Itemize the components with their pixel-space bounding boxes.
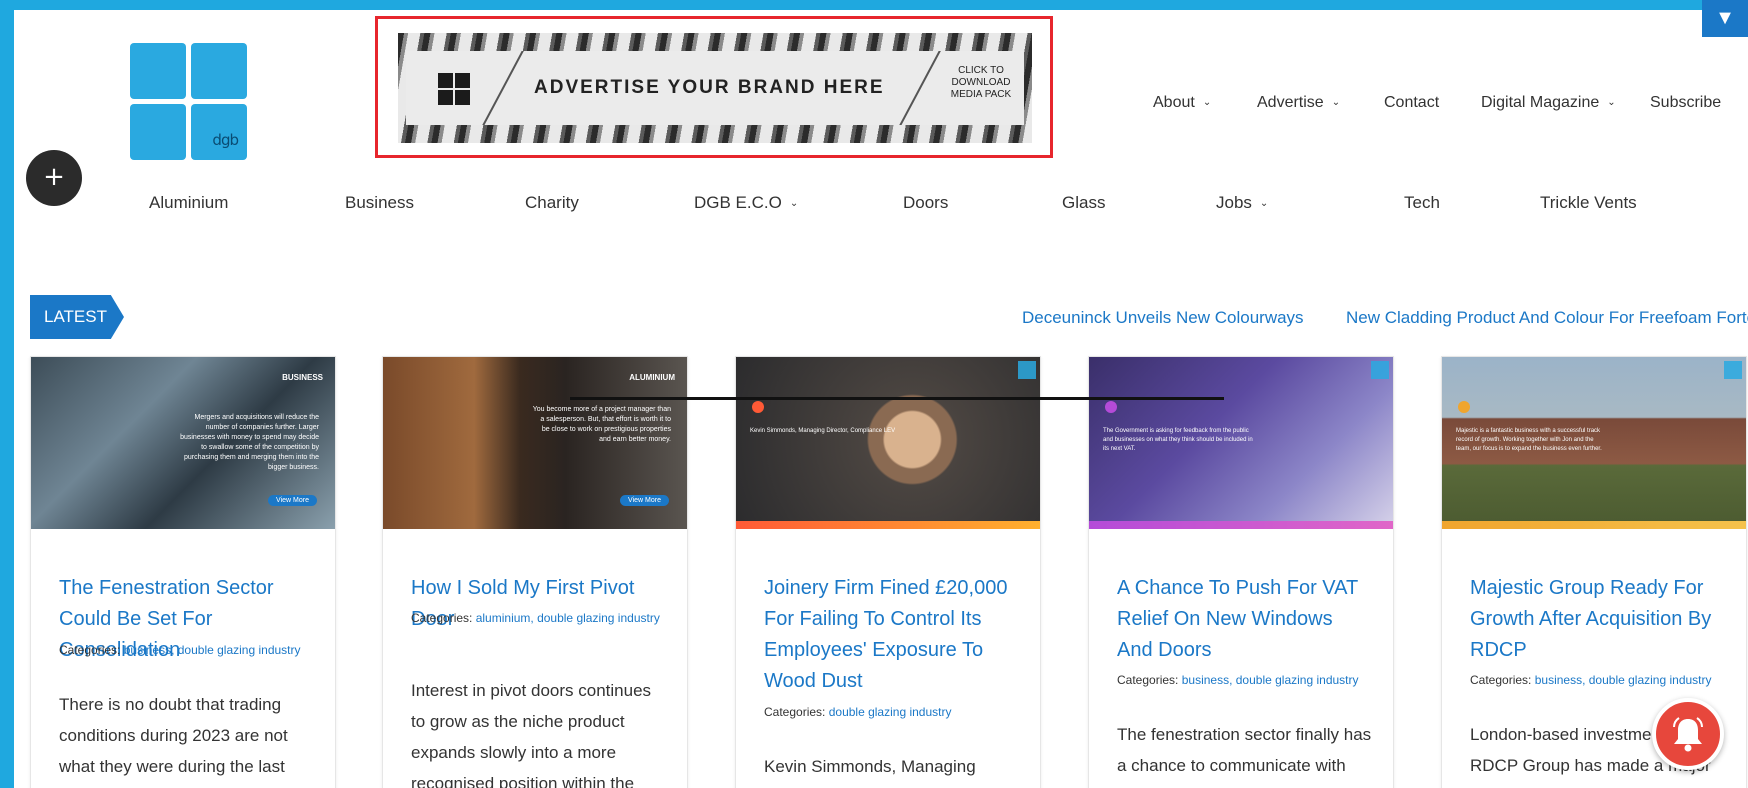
bell-icon <box>1673 717 1703 752</box>
ad-banner-frame: ADVERTISE YOUR BRAND HERE CLICK TO DOWNL… <box>375 16 1053 158</box>
article-card[interactable]: The Government is asking for feedback fr… <box>1088 356 1394 788</box>
article-categories: Categories: aluminium, double glazing in… <box>411 611 660 625</box>
cat-business[interactable]: Business <box>345 193 414 213</box>
nav-digital-magazine[interactable]: Digital Magazine ⌄ <box>1481 94 1616 112</box>
article-card[interactable]: ALUMINIUM You become more of a project m… <box>382 356 688 788</box>
cat-doors[interactable]: Doors <box>903 193 948 213</box>
nav-subscribe[interactable]: Subscribe <box>1650 94 1721 112</box>
ad-cta[interactable]: CLICK TO DOWNLOAD MEDIA PACK <box>941 65 1021 101</box>
overlay-line <box>570 397 1224 400</box>
article-thumbnail[interactable]: ALUMINIUM You become more of a project m… <box>383 357 687 529</box>
article-thumbnail[interactable]: Majestic is a fantastic business with a … <box>1442 357 1746 529</box>
cat-charity[interactable]: Charity <box>525 193 579 213</box>
chevron-down-icon: ⌄ <box>1331 97 1341 108</box>
article-excerpt: The fenestration sector finally has a ch… <box>1117 725 1372 788</box>
chevron-down-icon: ⌄ <box>789 198 799 209</box>
cat-dgb-eco[interactable]: DGB E.C.O ⌄ <box>694 193 798 213</box>
article-excerpt: There is no doubt that trading condition… <box>59 695 288 776</box>
add-button[interactable]: + <box>26 150 82 206</box>
ad-headline: ADVERTISE YOUR BRAND HERE <box>534 77 885 98</box>
dgb-logo-icon <box>1724 361 1742 379</box>
quote-icon <box>1105 401 1117 413</box>
latest-label: LATEST <box>30 295 124 339</box>
dgb-logo-icon <box>1018 361 1036 379</box>
nav-contact[interactable]: Contact <box>1384 94 1439 112</box>
nav-advertise[interactable]: Advertise ⌄ <box>1257 94 1340 112</box>
site-logo[interactable]: dgb <box>130 43 254 163</box>
logo-text: dgb <box>212 131 239 149</box>
ad-logo-icon <box>438 73 470 105</box>
cat-jobs[interactable]: Jobs ⌄ <box>1216 193 1268 213</box>
corner-dropdown-toggle[interactable]: ▼ <box>1702 0 1748 37</box>
cat-tech[interactable]: Tech <box>1404 193 1440 213</box>
article-excerpt: Kevin Simmonds, Managing Director of Com… <box>764 757 976 776</box>
nav-about[interactable]: About ⌄ <box>1153 94 1211 112</box>
article-title[interactable]: Joinery Firm Fined £20,000 For Failing T… <box>764 573 1014 697</box>
dgb-logo-icon <box>1371 361 1389 379</box>
ticker-item[interactable]: New Cladding Product And Colour For Free… <box>1346 308 1748 328</box>
article-thumbnail[interactable]: The Government is asking for feedback fr… <box>1089 357 1393 529</box>
article-categories: Categories: double glazing industry <box>764 705 952 719</box>
quote-icon <box>752 401 764 413</box>
ad-banner[interactable]: ADVERTISE YOUR BRAND HERE CLICK TO DOWNL… <box>398 33 1032 143</box>
chevron-down-icon: ⌄ <box>1202 97 1212 108</box>
article-title[interactable]: A Chance To Push For VAT Relief On New W… <box>1117 573 1367 666</box>
article-card[interactable]: Kevin Simmonds, Managing Director, Compl… <box>735 356 1041 788</box>
ticker-item[interactable]: Deceuninck Unveils New Colourways <box>1022 308 1304 328</box>
chevron-down-icon: ⌄ <box>1607 97 1616 108</box>
page: dgb ADVERTISE YOUR BRAND HERE CLICK TO D… <box>14 10 1748 788</box>
article-categories: Categories: business, double glazing ind… <box>1470 673 1712 687</box>
chevron-down-icon: ⌄ <box>1259 198 1269 209</box>
article-categories: Categories: business, double glazing ind… <box>59 643 301 657</box>
quote-icon <box>1458 401 1470 413</box>
article-thumbnail[interactable]: Kevin Simmonds, Managing Director, Compl… <box>736 357 1040 529</box>
article-excerpt: Interest in pivot doors continues to gro… <box>411 681 652 788</box>
notification-bell-button[interactable] <box>1652 698 1724 770</box>
article-card[interactable]: BUSINESS Mergers and acquisitions will r… <box>30 356 336 788</box>
article-thumbnail[interactable]: BUSINESS Mergers and acquisitions will r… <box>31 357 335 529</box>
article-title[interactable]: Majestic Group Ready For Growth After Ac… <box>1470 573 1720 666</box>
cat-aluminium[interactable]: Aluminium <box>149 193 228 213</box>
cat-trickle-vents[interactable]: Trickle Vents <box>1540 193 1637 213</box>
article-categories: Categories: business, double glazing ind… <box>1117 673 1359 687</box>
cat-glass[interactable]: Glass <box>1062 193 1105 213</box>
